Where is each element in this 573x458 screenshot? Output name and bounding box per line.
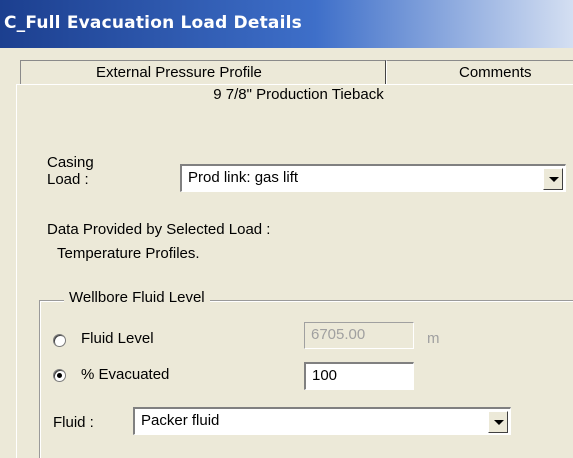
casing-load-select[interactable]: Prod link: gas lift: [180, 164, 566, 192]
fluid-level-input[interactable]: 6705.00: [304, 322, 414, 349]
tab-comments[interactable]: Comments: [386, 60, 573, 84]
window-title: C_Full Evacuation Load Details: [4, 13, 302, 33]
evacuation-load-window: C_Full Evacuation Load Details External …: [0, 0, 573, 458]
chevron-down-icon: [494, 420, 504, 425]
casing-load-label: Casing Load :: [47, 154, 94, 188]
casing-load-label-line1: Casing: [47, 154, 94, 171]
fluid-level-unit: m: [427, 330, 440, 347]
fluid-label: Fluid :: [53, 414, 94, 431]
casing-load-label-line2: Load :: [47, 171, 89, 188]
tab-external-pressure-profile[interactable]: External Pressure Profile: [20, 60, 386, 84]
percent-evacuated-radio[interactable]: [53, 369, 66, 382]
data-provided-value: Temperature Profiles.: [57, 245, 200, 262]
fluid-value: Packer fluid: [141, 412, 220, 429]
fluid-level-radio[interactable]: [53, 334, 66, 347]
data-provided-label: Data Provided by Selected Load :: [47, 221, 271, 238]
percent-evacuated-input[interactable]: 100: [304, 362, 414, 390]
fluid-select[interactable]: Packer fluid: [133, 407, 511, 435]
section-title: 9 7/8" Production Tieback: [213, 86, 384, 103]
tab-external-pressure-profile-label: External Pressure Profile: [96, 64, 262, 81]
wellbore-fluid-level-title: Wellbore Fluid Level: [64, 289, 210, 306]
casing-load-dropdown-button[interactable]: [543, 168, 563, 190]
tab-comments-label: Comments: [459, 64, 532, 81]
title-bar[interactable]: C_Full Evacuation Load Details: [0, 0, 573, 48]
casing-load-value: Prod link: gas lift: [188, 169, 299, 186]
chevron-down-icon: [549, 177, 559, 182]
percent-evacuated-label: % Evacuated: [81, 366, 170, 383]
fluid-dropdown-button[interactable]: [488, 411, 508, 433]
radio-selected-dot: [57, 373, 62, 378]
fluid-level-label: Fluid Level: [81, 330, 154, 347]
